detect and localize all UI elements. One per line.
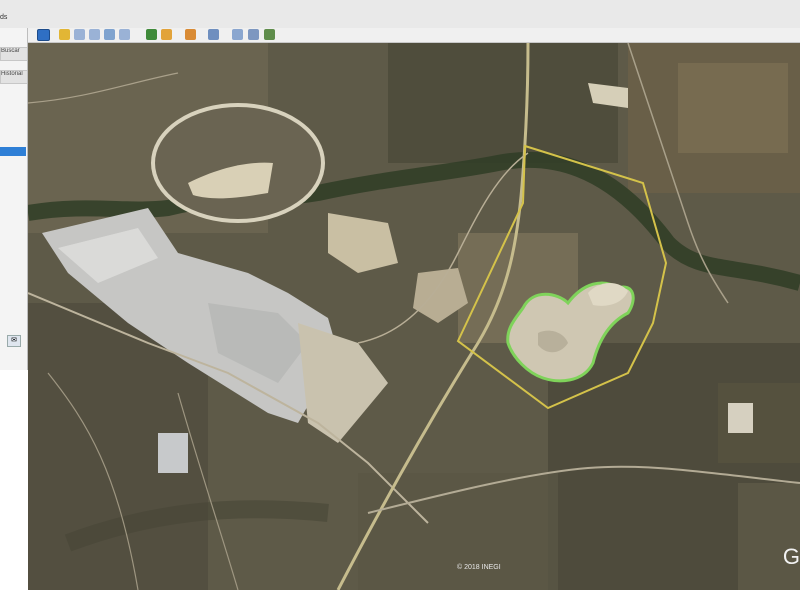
toolbar xyxy=(28,28,800,43)
google-logo: G xyxy=(782,544,800,569)
sidebar: Buscar Historial ✉ xyxy=(0,28,28,370)
email-icon[interactable] xyxy=(232,29,243,40)
view-in-maps-icon[interactable] xyxy=(264,29,275,40)
search-button[interactable]: Buscar xyxy=(0,47,27,61)
planets-icon[interactable] xyxy=(185,29,196,40)
window-title: ds xyxy=(0,14,8,21)
title-bar: ds xyxy=(0,0,800,29)
add-path-icon[interactable] xyxy=(89,29,100,40)
hide-sidebar-icon[interactable] xyxy=(37,29,50,41)
add-placemark-icon[interactable] xyxy=(59,29,70,40)
history-button[interactable]: Historial xyxy=(0,70,27,84)
selected-list-item[interactable] xyxy=(0,147,26,156)
map-copyright: © 2018 INEGI xyxy=(457,564,501,571)
bottom-strip xyxy=(0,590,800,600)
map-imagery xyxy=(28,43,800,590)
satellite-map[interactable]: © 2018 INEGI G xyxy=(28,43,800,590)
record-tour-icon[interactable] xyxy=(119,29,130,40)
email-icon[interactable]: ✉ xyxy=(7,335,21,347)
sunlight-icon[interactable] xyxy=(161,29,172,40)
print-icon[interactable] xyxy=(248,29,259,40)
add-image-overlay-icon[interactable] xyxy=(104,29,115,40)
historical-imagery-icon[interactable] xyxy=(146,29,157,40)
ruler-icon[interactable] xyxy=(208,29,219,40)
add-polygon-icon[interactable] xyxy=(74,29,85,40)
